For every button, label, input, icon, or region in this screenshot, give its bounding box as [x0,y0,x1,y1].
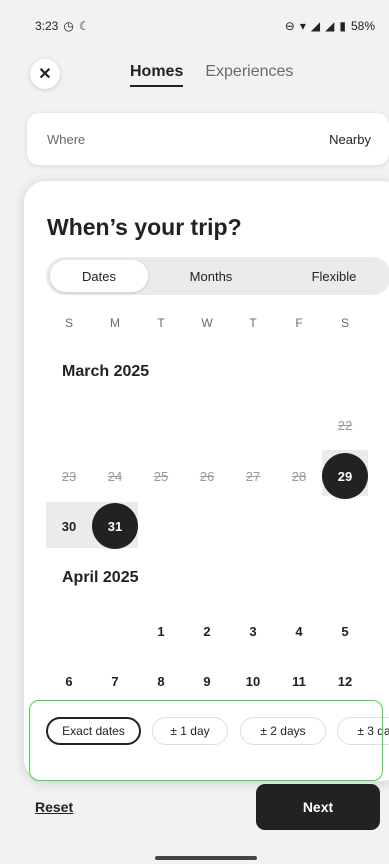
calendar-day-selected-start[interactable]: 29 [322,453,368,499]
calendar-day[interactable]: 5 [322,608,368,654]
calendar-day: 23 [61,468,77,484]
mode-dates[interactable]: Dates [50,260,148,292]
signal-icon: ◢ [310,19,321,33]
tab-homes[interactable]: Homes [130,63,184,87]
calendar-day: 25 [153,468,169,484]
weekday-label: W [201,316,213,330]
mode-months[interactable]: Months [162,260,260,292]
calendar-day: 28 [291,468,307,484]
date-mode-switcher: Dates Months Flexible [46,257,389,295]
page-title: When’s your trip? [47,214,242,240]
calendar-day[interactable]: 4 [276,608,322,654]
close-button[interactable]: ✕ [30,59,60,89]
battery-icon: ▮ [339,19,346,33]
footer-bar: Reset Next [0,782,389,864]
signal-icon: ◢ [325,19,335,33]
calendar-day[interactable]: 8 [138,658,184,704]
top-bar: ✕ Homes Experiences [0,56,389,92]
calendar-day: 26 [199,468,215,484]
whatsapp-icon: ◷ [63,19,74,33]
calendar-day[interactable]: 2 [184,608,230,654]
month-label: March 2025 [62,363,150,380]
calendar-day: 27 [245,468,261,484]
wifi-icon: ▾ [299,19,306,33]
weekday-label: T [157,316,165,330]
chip-plus-minus-1-day[interactable]: ± 1 day [152,717,228,745]
calendar-day[interactable]: 1 [138,608,184,654]
tab-bar: Homes Experiences [130,63,293,87]
where-label: Where [47,131,86,147]
chip-plus-minus-3-days[interactable]: ± 3 days [337,717,389,745]
night-mode-icon: ☾ [78,19,90,33]
month-label: April 2025 [62,569,139,586]
calendar-day-selected-end[interactable]: 31 [92,503,138,549]
calendar-day[interactable]: 7 [92,658,138,704]
calendar-day[interactable]: 6 [46,658,92,704]
weekday-label: S [340,316,349,330]
date-picker-card: When’s your trip? Dates Months Flexible … [24,181,389,781]
weekday-label: F [295,316,303,330]
battery-level: 58% [350,19,375,33]
reset-button[interactable]: Reset [35,799,73,815]
mode-flexible[interactable]: Flexible [285,260,383,292]
do-not-disturb-icon: ⊖ [284,19,295,33]
weekday-label: M [110,316,120,330]
where-card[interactable]: Where Nearby [27,113,389,165]
status-bar: 3:23 ◷ ☾ ⊖ ▾ ◢ ◢ ▮ 58% [0,0,389,52]
chip-plus-minus-2-days[interactable]: ± 2 days [240,717,326,745]
weekday-label: S [64,316,73,330]
calendar-day[interactable]: 12 [322,658,368,704]
tab-experiences[interactable]: Experiences [205,63,293,87]
home-indicator[interactable] [155,856,257,860]
close-icon: ✕ [38,66,52,83]
next-button[interactable]: Next [256,784,380,830]
status-time: 3:23 [35,19,59,33]
calendar-day: 22 [337,417,353,433]
date-flexibility-bar: Exact dates ± 1 day ± 2 days ± 3 days [24,705,389,757]
calendar-day[interactable]: 3 [230,608,276,654]
calendar-day[interactable]: 9 [184,658,230,704]
where-value: Nearby [329,131,371,147]
calendar-day[interactable]: 11 [276,658,322,704]
calendar-day[interactable]: 10 [230,658,276,704]
calendar-day[interactable]: 30 [46,503,92,549]
weekday-label: T [249,316,257,330]
chip-exact-dates[interactable]: Exact dates [46,717,141,745]
calendar-day: 24 [107,468,123,484]
